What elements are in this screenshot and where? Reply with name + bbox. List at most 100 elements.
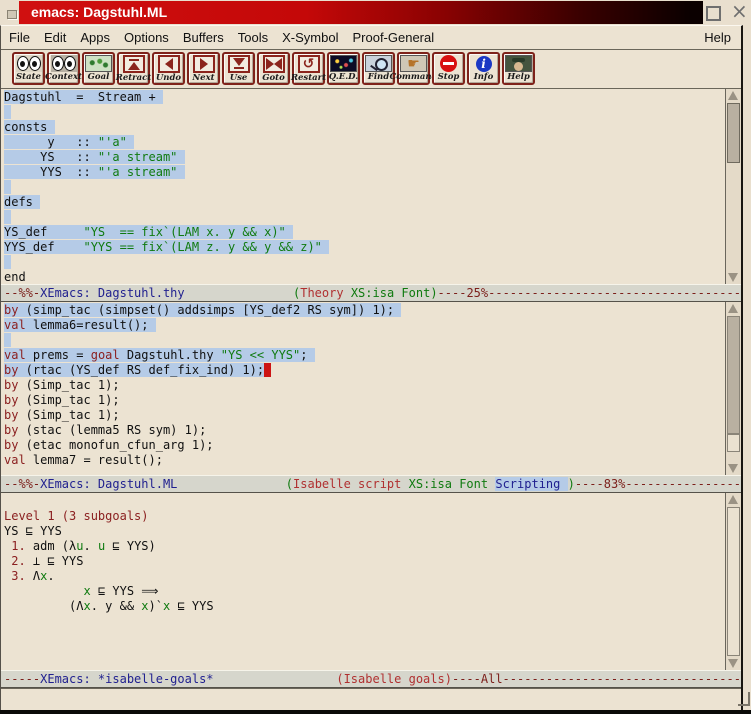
code-segment: YYS ::	[4, 165, 98, 179]
code-segment: )	[568, 477, 575, 491]
code-segment: --%%-	[4, 286, 40, 300]
code-line: YYS_def "YYS == fix`(LAM z. y && y && z)…	[4, 240, 723, 255]
buffer-goals-window[interactable]: Level 1 (3 subgoals)YS ⊑ YYS 1. adm (λu.…	[1, 493, 741, 670]
scrollbar-shade[interactable]	[727, 316, 740, 434]
buffer-script-window[interactable]: by (simp_tac (simpset() addsimps [YS_def…	[1, 302, 741, 475]
menu-edit[interactable]: Edit	[44, 30, 66, 45]
code-segment: val	[4, 318, 26, 332]
code-line: val lemma6=result();	[4, 318, 723, 333]
menu-file[interactable]: File	[9, 30, 30, 45]
code-line: YS_def "YS == fix`(LAM x. y && x)"	[4, 225, 723, 240]
resize-grip[interactable]	[738, 692, 750, 706]
code-segment	[4, 180, 11, 194]
buffer-script: by (simp_tac (simpset() addsimps [YS_def…	[1, 302, 741, 468]
toolbar-button-undo[interactable]: Undo	[152, 52, 185, 85]
menu-proof-general[interactable]: Proof-General	[352, 30, 434, 45]
code-segment: )`	[149, 599, 163, 613]
toolbar-button-command[interactable]: ☛ Command	[397, 52, 430, 85]
scroll-up-icon[interactable]	[728, 495, 738, 504]
menu-tools[interactable]: Tools	[238, 30, 268, 45]
scrollbar-thumb[interactable]	[727, 434, 740, 452]
window-menu-button[interactable]	[7, 10, 17, 19]
code-line: by (Simp_tac 1);	[4, 378, 723, 393]
toolbar-button-label: Find	[368, 72, 389, 83]
code-segment	[177, 150, 184, 164]
code-segment: "YS << YYS"	[221, 348, 300, 362]
maximize-icon[interactable]	[706, 6, 721, 21]
code-segment: (stac (lemma5 RS sym) 1);	[18, 423, 206, 437]
scroll-up-icon[interactable]	[728, 304, 738, 313]
menu-apps[interactable]: Apps	[80, 30, 110, 45]
menu-help[interactable]: Help	[704, 30, 731, 45]
code-segment	[286, 225, 293, 239]
close-icon[interactable]: ×	[731, 4, 745, 18]
buffer-goals: Level 1 (3 subgoals)YS ⊑ YYS 1. adm (λu.…	[1, 493, 741, 614]
context-eyes-icon	[51, 55, 77, 72]
toolbar-button-qed[interactable]: Q.E.D.	[327, 52, 360, 85]
scroll-up-icon[interactable]	[728, 91, 738, 100]
find-magnifier-icon	[365, 55, 392, 72]
toolbar-button-use[interactable]: Use	[222, 52, 255, 85]
code-segment: Λ	[26, 569, 40, 583]
scrollbar-goals[interactable]	[725, 493, 741, 670]
minibuffer[interactable]	[1, 688, 741, 711]
code-line: Dagstuhl = Stream +	[4, 90, 723, 105]
menu-items: File Edit Apps Options Buffers Tools X-Symbol P…	[9, 30, 448, 45]
code-segment: adm (λ	[26, 539, 77, 553]
buffer-theory: Dagstuhl = Stream + consts y :: "'a" YS …	[1, 89, 741, 284]
code-line: by (etac monofun_cfun_arg 1);	[4, 438, 723, 453]
menu-buffers[interactable]: Buffers	[183, 30, 224, 45]
toolbar-button-label: Restart	[291, 73, 326, 84]
code-segment	[4, 584, 83, 598]
scrollbar-theory[interactable]	[725, 89, 741, 284]
toolbar-button-stop[interactable]: Stop	[432, 52, 465, 85]
toolbar-button-next[interactable]: Next	[187, 52, 220, 85]
titlebar-gradient[interactable]: emacs: Dagstuhl.ML	[19, 1, 703, 24]
state-eyes-icon	[16, 55, 42, 72]
code-segment: val	[4, 348, 26, 362]
code-segment: (simp_tac (simpset() addsimps [YS_def2 R…	[18, 303, 401, 317]
code-segment: consts	[4, 120, 55, 134]
code-segment: u	[76, 539, 83, 553]
code-segment: YS ::	[4, 150, 98, 164]
window-title: emacs: Dagstuhl.ML	[19, 1, 703, 24]
code-segment: lemma7 = result();	[26, 453, 163, 467]
code-line: defs	[4, 195, 723, 210]
code-segment: "'a"	[98, 135, 127, 149]
scroll-down-icon[interactable]	[728, 659, 738, 668]
toolbar-button-label: Stop	[438, 72, 460, 83]
menu-options[interactable]: Options	[124, 30, 169, 45]
scrollbar-script[interactable]	[725, 302, 741, 475]
code-segment: by	[4, 393, 18, 407]
code-line: by (Simp_tac 1);	[4, 408, 723, 423]
code-segment: x	[83, 599, 90, 613]
toolbar-button-label: Goal	[88, 72, 110, 83]
toolbar-button-label: Q.E.D.	[329, 72, 358, 83]
toolbar-button-context[interactable]: Context	[47, 52, 80, 85]
toolbar-button-help[interactable]: Help	[502, 52, 535, 85]
code-segment	[322, 240, 329, 254]
toolbar-button-goal[interactable]: Goal	[82, 52, 115, 85]
toolbar-button-retract[interactable]: Retract	[117, 52, 150, 85]
toolbar-button-goto[interactable]: Goto	[257, 52, 290, 85]
menu-x-symbol[interactable]: X-Symbol	[282, 30, 338, 45]
code-segment: ⊑ YYS)	[105, 539, 156, 553]
code-segment: ⊑ YYS	[170, 599, 213, 613]
toolbar-button-state[interactable]: State	[12, 52, 45, 85]
code-line	[4, 494, 723, 509]
restart-icon: ↺	[298, 55, 320, 73]
buffer-theory-window[interactable]: Dagstuhl = Stream + consts y :: "'a" YS …	[1, 88, 741, 284]
code-segment: by	[4, 378, 18, 392]
code-segment: )	[430, 286, 437, 300]
toolbar-button-info[interactable]: Info	[467, 52, 500, 85]
scroll-down-icon[interactable]	[728, 273, 738, 282]
code-segment: (Simp_tac 1);	[18, 408, 119, 422]
scroll-down-icon[interactable]	[728, 464, 738, 473]
scrollbar-thumb[interactable]	[727, 507, 740, 656]
code-line: YS :: "'a stream"	[4, 150, 723, 165]
code-segment: Dagstuhl = Stream +	[4, 90, 163, 104]
scrollbar-thumb[interactable]	[727, 103, 740, 163]
code-segment: Isabelle script	[293, 477, 401, 491]
toolbar-button-restart[interactable]: ↺ Restart	[292, 52, 325, 85]
undo-icon	[158, 55, 180, 73]
